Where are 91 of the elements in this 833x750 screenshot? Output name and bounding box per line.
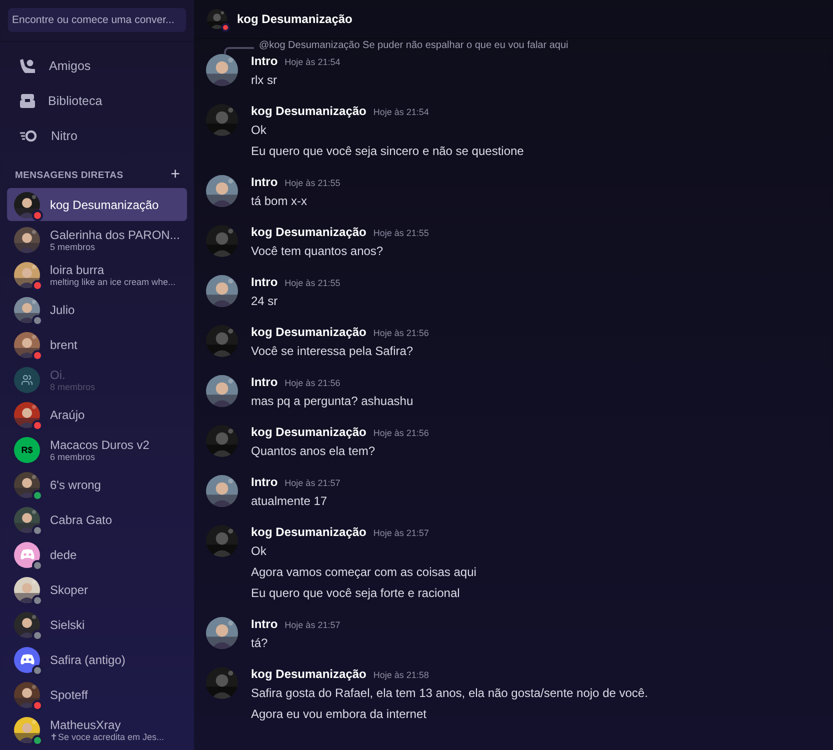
message-text: Ok [251, 122, 268, 139]
dm-subtitle: 8 membros [50, 382, 96, 392]
dm-item[interactable]: Safira (antigo) [7, 643, 187, 676]
message-text: Agora vamos começar com as coisas aqui [251, 564, 476, 581]
people-icon [21, 374, 33, 386]
dm-subtitle: ✝Se voce acredita em Jes... [50, 732, 164, 742]
author-name: kog Desumanização [251, 104, 366, 118]
dm-subtitle: melting like an ice cream whe... [50, 276, 176, 286]
dm-name: Sielski [50, 618, 85, 632]
author-name: Intro [251, 475, 278, 489]
dm-name: 6's wrong [50, 478, 101, 492]
dm-item[interactable]: MatheusXray ✝Se voce acredita em Jes... [7, 713, 187, 746]
timestamp: Hoje às 21:54 [373, 107, 429, 117]
author-name: kog Desumanização [251, 225, 366, 239]
dm-name: MatheusXray [50, 718, 122, 732]
dm-item[interactable]: R$ Macacos Duros v2 6 membros [7, 433, 187, 466]
dm-name: loira burra [50, 262, 106, 276]
controller-face-icon [20, 654, 34, 665]
add-button[interactable]: + [170, 167, 180, 183]
dm-subtitle: 6 membros [50, 452, 96, 462]
dm-name: Spoteff [50, 688, 88, 702]
section-title: MENSAGENS DIRETAS [15, 170, 124, 180]
message-text: Você tem quantos anos? [251, 243, 384, 260]
message-text: mas pq a pergunta? ashuashu [251, 393, 414, 410]
message-text: Ok [251, 543, 268, 560]
dm-item[interactable]: Spoteff [7, 678, 187, 711]
message-text: tá bom x-x [251, 193, 308, 210]
message-text: Agora eu vou embora da internet [251, 706, 428, 723]
message-text: Quantos anos ela tem? [251, 443, 376, 460]
store-icon [20, 94, 35, 108]
dm-name: Araújo [50, 408, 85, 422]
author-name: kog Desumanização [251, 525, 366, 539]
dm-item[interactable]: Cabra Gato [7, 503, 187, 536]
message-text: Eu quero que você seja sincero e não se questione [251, 143, 524, 160]
dm-item[interactable]: 6's wrong [7, 468, 187, 501]
timestamp: Hoje às 21:58 [373, 670, 429, 680]
nav-item[interactable]: Biblioteca [8, 83, 186, 118]
dm-name: Oi. [50, 368, 66, 382]
author-name: kog Desumanização [251, 425, 366, 439]
timestamp: Hoje às 21:54 [284, 57, 340, 67]
author-name: Intro [251, 175, 278, 189]
reply-preview: @kog Desumanização Se puder não espalhar o que eu vou falar aqui [259, 40, 568, 52]
timestamp: Hoje às 21:56 [284, 378, 340, 388]
author-name: Intro [251, 275, 278, 289]
dm-item[interactable]: Skoper [7, 573, 187, 606]
timestamp: Hoje às 21:56 [373, 328, 429, 338]
dm-name: Safira (antigo) [50, 652, 126, 666]
dm-item[interactable]: loira burra melting like an ice cream whe... [7, 258, 187, 291]
timestamp: Hoje às 21:55 [284, 278, 340, 288]
message-text: 24 sr [251, 293, 279, 310]
author-name: Intro [251, 54, 278, 68]
timestamp: Hoje às 21:57 [284, 620, 340, 630]
logo-text: R$ [21, 444, 33, 454]
dm-item[interactable]: dede [7, 538, 187, 571]
dm-item[interactable]: Sielski [7, 608, 187, 641]
message-text: Eu quero que você seja forte e racional [251, 585, 461, 602]
dm-item[interactable]: Araújo [7, 398, 187, 431]
timestamp: Hoje às 21:55 [373, 228, 429, 238]
dm-name: Julio [50, 302, 75, 316]
timestamp: Hoje às 21:57 [284, 478, 340, 488]
nav-item[interactable]: Nitro [8, 118, 186, 153]
controller-face-icon [20, 549, 34, 560]
timestamp: Hoje às 21:56 [373, 428, 429, 438]
message-text: Você se interessa pela Safira? [251, 343, 414, 360]
timestamp: Hoje às 21:57 [373, 528, 429, 538]
message-text: rlx sr [251, 72, 278, 89]
person-icon [20, 58, 36, 72]
ring-icon [20, 130, 38, 142]
message-text: Safira gosta do Rafael, ela tem 13 anos, ela não gosta/sente nojo de você. [251, 685, 648, 702]
dm-name: brent [50, 338, 78, 352]
chat-title: kog Desumanização [237, 12, 352, 26]
author-name: Intro [251, 617, 278, 631]
author-name: Intro [251, 375, 278, 389]
dm-name: kog Desumanização [50, 198, 159, 212]
message-text: atualmente 17 [251, 493, 328, 510]
dm-name: dede [50, 548, 77, 562]
dm-name: Macacos Duros v2 [50, 438, 150, 452]
dm-name: Cabra Gato [50, 512, 112, 526]
dm-item[interactable]: kog Desumanização [7, 188, 187, 221]
search-field[interactable]: Encontre ou comece uma conver... [8, 8, 186, 32]
timestamp: Hoje às 21:55 [284, 178, 340, 188]
dm-name: Galerinha dos PARON... [50, 228, 180, 242]
message-text: tá? [251, 635, 269, 652]
nav-item[interactable]: Amigos [8, 48, 186, 83]
dm-item[interactable]: Galerinha dos PARON... 5 membros [7, 223, 187, 256]
dm-subtitle: 5 membros [50, 242, 96, 252]
author-name: kog Desumanização [251, 667, 366, 681]
dm-item[interactable]: brent [7, 328, 187, 361]
dm-name: Skoper [50, 582, 88, 596]
author-name: kog Desumanização [251, 325, 366, 339]
dm-item[interactable]: Julio [7, 293, 187, 326]
